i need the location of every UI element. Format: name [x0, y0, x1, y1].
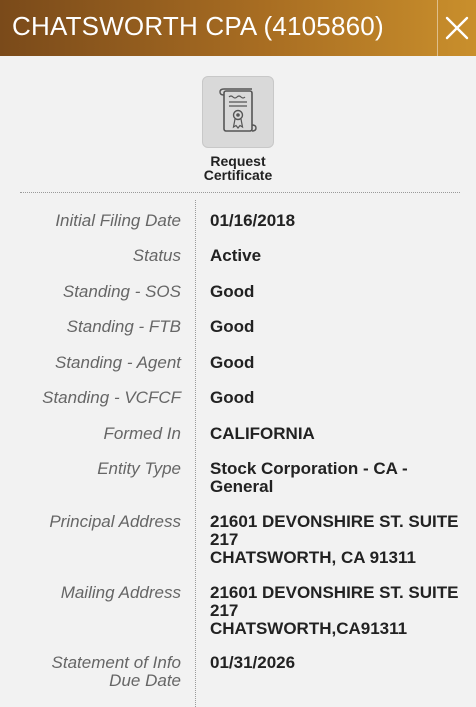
detail-label: Standing - SOS	[62, 282, 181, 301]
close-icon	[445, 16, 469, 40]
panel-header: CHATSWORTH CPA (4105860)	[0, 0, 476, 56]
certificate-scroll-icon	[202, 76, 274, 148]
detail-value: Good	[210, 388, 255, 407]
close-button[interactable]	[437, 0, 476, 56]
detail-value: Good	[210, 282, 255, 301]
detail-value: Active	[210, 246, 262, 265]
detail-label: Status	[132, 246, 181, 265]
detail-value: Good	[210, 317, 255, 336]
detail-label: Statement of Info Due Date	[51, 653, 181, 690]
column-divider	[195, 200, 196, 707]
section-divider	[20, 192, 460, 193]
detail-label: Standing - Agent	[54, 353, 181, 372]
detail-value: Stock Corporation - CA - General	[210, 459, 408, 496]
detail-value: 01/16/2018	[210, 211, 296, 230]
detail-label: Formed In	[103, 424, 181, 443]
detail-value: CALIFORNIA	[210, 424, 315, 443]
certificate-section: Request Certificate	[0, 76, 476, 185]
detail-value: Good	[210, 353, 255, 372]
detail-label: Standing - FTB	[66, 317, 181, 336]
detail-label: Initial Filing Date	[55, 211, 181, 230]
detail-label: Principal Address	[49, 512, 181, 531]
detail-label: Mailing Address	[60, 583, 181, 602]
request-certificate-button[interactable]: Request Certificate	[193, 76, 283, 182]
detail-value: 21601 DEVONSHIRE ST. SUITE 217 CHATSWORT…	[210, 512, 459, 567]
entity-detail-panel: CHATSWORTH CPA (4105860) Request Certifi…	[0, 0, 476, 707]
entity-title: CHATSWORTH CPA (4105860)	[12, 11, 384, 41]
detail-label: Entity Type	[97, 459, 181, 478]
detail-value: 01/31/2026	[210, 653, 296, 672]
detail-value: 21601 DEVONSHIRE ST. SUITE 217 CHATSWORT…	[210, 583, 459, 638]
detail-label: Standing - VCFCF	[42, 388, 181, 407]
request-certificate-label: Request Certificate	[203, 153, 273, 183]
